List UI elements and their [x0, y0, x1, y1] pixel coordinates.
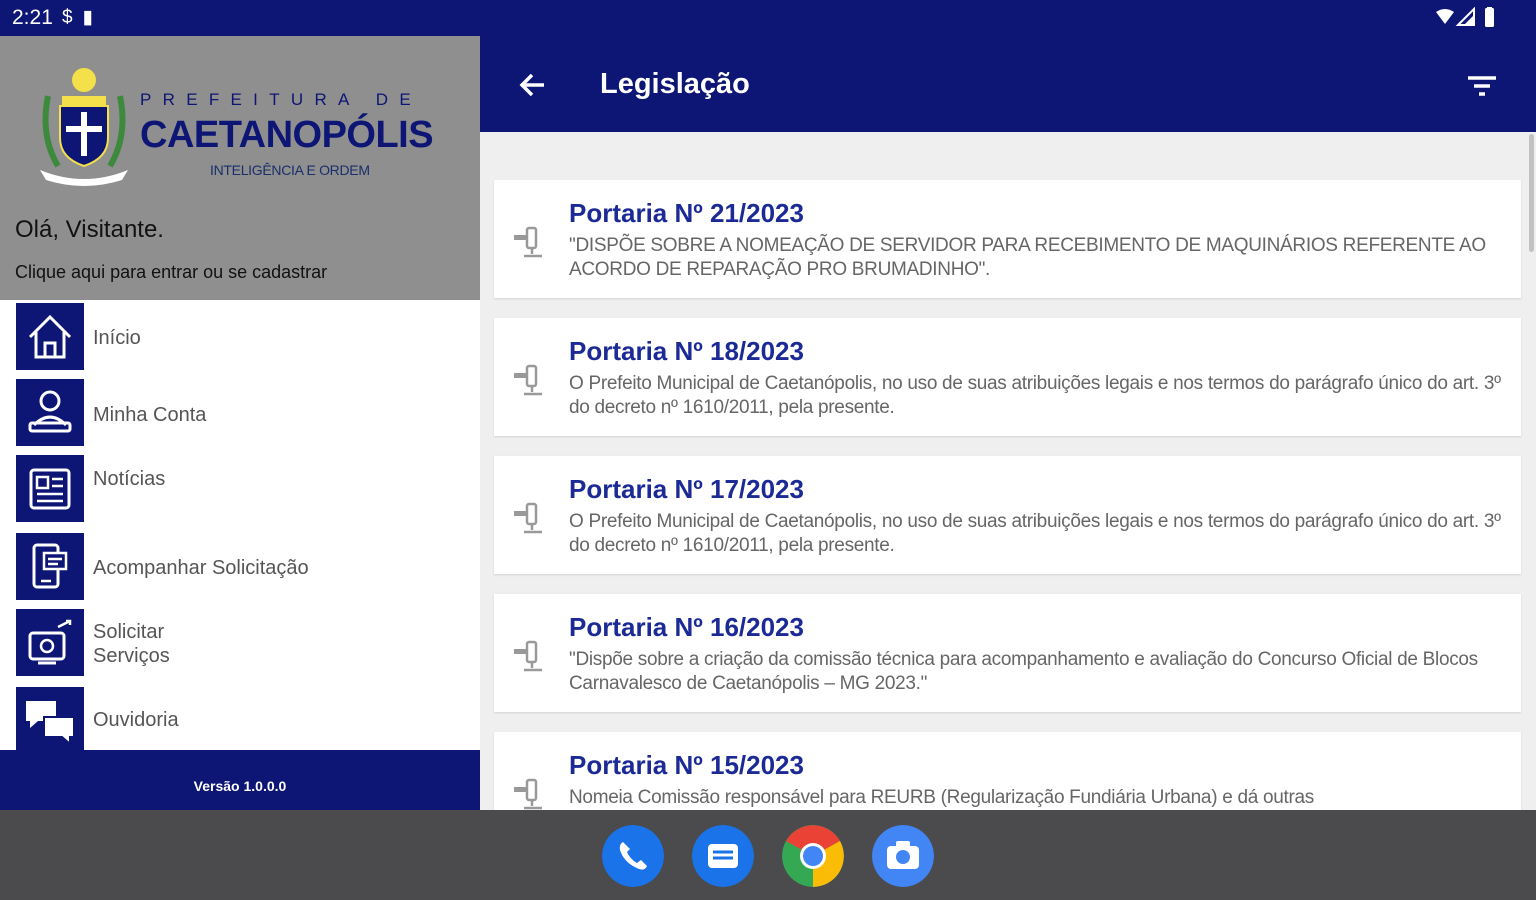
menu-item-label: Acompanhar Solicitação	[93, 557, 309, 579]
gavel-icon	[514, 778, 542, 810]
scrollbar[interactable]	[1529, 134, 1534, 252]
menu-item-inicio[interactable]: Início	[0, 300, 480, 378]
version-label: Versão 1.0.0.0	[0, 750, 480, 810]
logo-motto: INTELIGÊNCIA E ORDEM	[210, 162, 370, 178]
gavel-icon	[514, 640, 542, 672]
arrow-back-icon[interactable]	[516, 68, 550, 102]
menu-item-label: Notícias	[93, 468, 166, 490]
item-title: Portaria Nº 15/2023	[569, 750, 804, 780]
gavel-icon	[514, 502, 542, 534]
messages-icon[interactable]	[692, 825, 754, 887]
navigation-drawer: PREFEITURA DE CAETANOPÓLIS INTELIGÊNCIA …	[0, 36, 480, 810]
legislation-item[interactable]: Portaria Nº 17/2023 O Prefeito Municipal…	[494, 456, 1521, 574]
account-icon	[16, 379, 84, 446]
login-link[interactable]: Clique aqui para entrar ou se cadastrar	[15, 262, 327, 283]
status-time: 2:21	[12, 6, 53, 29]
city-logo: PREFEITURA DE CAETANOPÓLIS INTELIGÊNCIA …	[36, 64, 456, 194]
sync-icon: $	[62, 7, 83, 28]
legislation-item[interactable]: Portaria Nº 15/2023 Nomeia Comissão resp…	[494, 732, 1521, 810]
sd-card-icon: ▮	[82, 7, 104, 28]
chrome-icon[interactable]	[782, 825, 844, 887]
page-title: Legislação	[600, 68, 750, 100]
chat-icon	[16, 687, 84, 754]
item-description: O Prefeito Municipal de Caetanópolis, no…	[569, 511, 1501, 556]
newspaper-icon	[16, 455, 84, 522]
item-description: "Dispõe sobre a criação da comissão técn…	[569, 649, 1478, 694]
crest-icon	[40, 68, 128, 186]
wifi-signal-battery-icon	[1436, 6, 1494, 27]
item-title: Portaria Nº 16/2023	[569, 612, 804, 642]
gavel-icon	[514, 364, 542, 396]
app-dock	[602, 825, 942, 887]
item-title: Portaria Nº 17/2023	[569, 474, 804, 504]
legislation-item[interactable]: Portaria Nº 16/2023 "Dispõe sobre a cria…	[494, 594, 1521, 712]
service-request-icon	[16, 609, 84, 676]
home-icon	[16, 303, 84, 370]
item-description: O Prefeito Municipal de Caetanópolis, no…	[569, 373, 1501, 418]
status-bar: 2:21 $▮	[0, 0, 1536, 36]
menu-item-noticias[interactable]: Notícias	[0, 452, 480, 532]
app-toolbar: Legislação	[480, 36, 1536, 132]
tablet-form-icon	[16, 533, 84, 600]
legislation-screen: Legislação Portaria Nº 21/2023 "DISPÕE S…	[480, 36, 1536, 810]
camera-icon[interactable]	[872, 825, 934, 887]
item-title: Portaria Nº 18/2023	[569, 336, 804, 366]
menu-item-label-line2: Serviços	[93, 645, 170, 667]
item-description: "DISPÕE SOBRE A NOMEAÇÃO DE SERVIDOR PAR…	[569, 235, 1486, 280]
menu-item-acompanhar-solicitacao[interactable]: Acompanhar Solicitação	[0, 530, 480, 608]
drawer-header[interactable]: PREFEITURA DE CAETANOPÓLIS INTELIGÊNCIA …	[0, 36, 480, 300]
logo-city-name: CAETANOPÓLIS	[140, 114, 434, 156]
legislation-item[interactable]: Portaria Nº 21/2023 "DISPÕE SOBRE A NOME…	[494, 180, 1521, 298]
phone-icon[interactable]	[602, 825, 664, 887]
status-right-icons	[1434, 6, 1498, 34]
greeting-text: Olá, Visitante.	[15, 216, 164, 243]
logo-prefix: PREFEITURA DE	[140, 90, 422, 109]
gavel-icon	[514, 226, 542, 258]
item-description: Nomeia Comissão responsável para REURB (…	[569, 787, 1314, 808]
menu-item-label: Ouvidoria	[93, 709, 179, 731]
item-title: Portaria Nº 21/2023	[569, 198, 804, 228]
menu-item-label: Início	[93, 327, 141, 349]
taskbar	[0, 810, 1536, 900]
menu-item-label-line1: Solicitar	[93, 621, 165, 643]
menu-item-label: Minha Conta	[93, 404, 207, 426]
legislation-item[interactable]: Portaria Nº 18/2023 O Prefeito Municipal…	[494, 318, 1521, 436]
menu-item-ouvidoria[interactable]: Ouvidoria	[0, 684, 480, 754]
filter-icon[interactable]	[1466, 72, 1498, 100]
status-left-icons: $▮	[62, 6, 103, 29]
menu-item-solicitar-servicos[interactable]: Solicitar Serviços	[0, 606, 480, 686]
menu-item-minha-conta[interactable]: Minha Conta	[0, 376, 480, 454]
